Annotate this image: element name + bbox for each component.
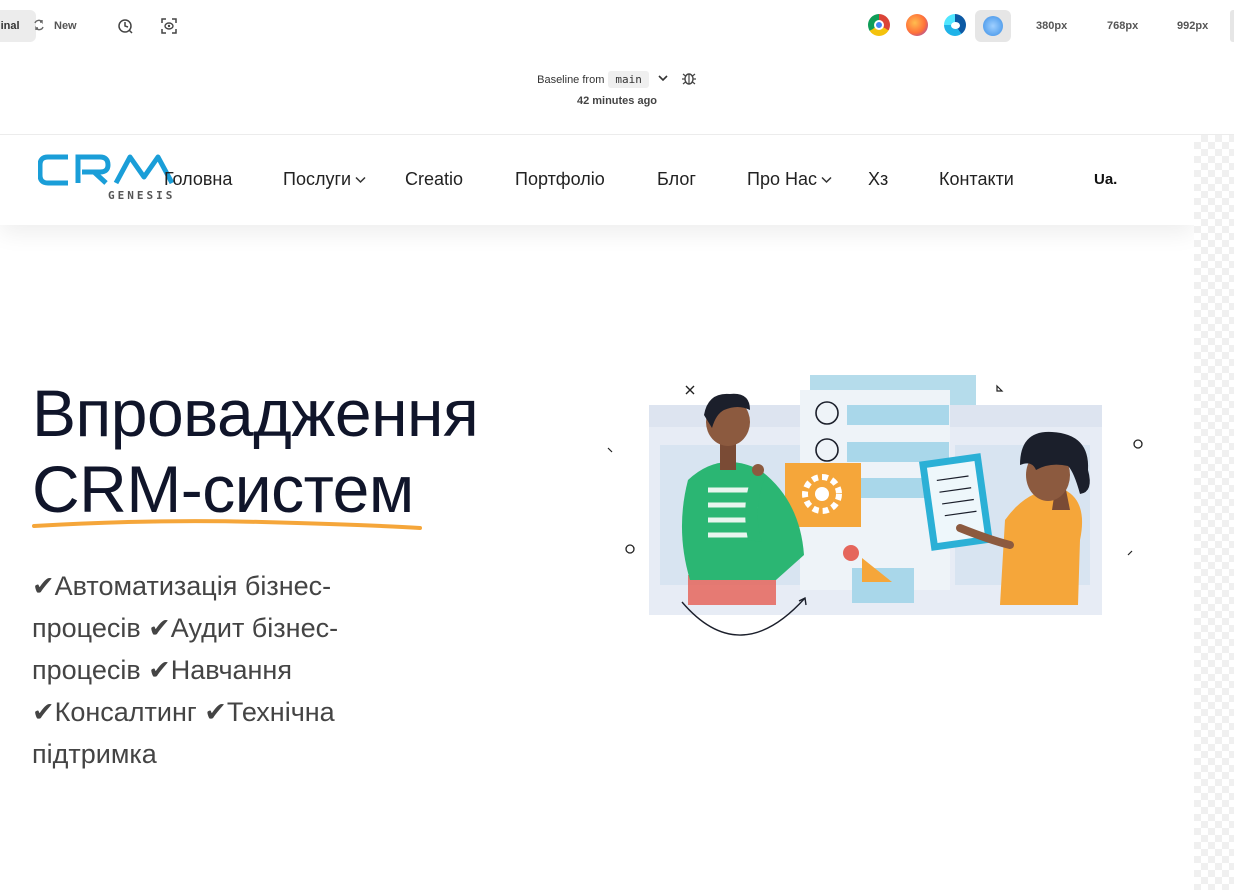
original-tab[interactable]: Original [0,10,36,42]
bug-icon[interactable] [681,70,697,89]
hero-title-line2: CRM-систем [32,452,414,526]
nav-item-label: Creatio [405,169,464,189]
safari-icon [983,16,1003,36]
nav-item-blog[interactable]: Блог [657,169,696,190]
nav-item-about[interactable]: Про Нас [747,169,832,190]
history-icon[interactable] [114,14,138,38]
hero-illustration [607,375,1143,636]
checkerboard-gutter [1194,135,1234,890]
nav-item-portfolio[interactable]: Портфоліо [515,169,605,190]
original-tab-label: Original [0,20,20,32]
edge-icon[interactable] [944,14,966,36]
nav-item-creatio[interactable]: Creatio [405,169,463,190]
nav-item-xz[interactable]: Хз [868,169,888,190]
branch-name[interactable]: main [608,71,649,88]
nav-item-home[interactable]: Головна [164,169,232,190]
breakpoint-992[interactable]: 992px [1177,10,1208,42]
nav-item-label: Портфоліо [515,169,605,189]
logo-wordmark: GENESIS [108,189,175,202]
nav-item-label: Хз [868,169,889,189]
breakpoint-768[interactable]: 768px [1107,10,1138,42]
title-underline [32,519,422,530]
hero-title-line1: Впровадження [32,376,479,450]
nav-item-services[interactable]: Послуги [283,169,366,190]
chevron-down-icon [355,173,366,187]
hero-services-text: ✔Автоматизація бізнес-процесів ✔Аудит бі… [32,571,339,769]
swap-icon [32,18,46,35]
chevron-down-icon[interactable] [657,73,669,86]
review-toolbar: Original New 380px 768px 992px [0,0,1234,52]
focus-view-icon[interactable] [157,14,181,38]
nav-item-label: Блог [657,169,696,189]
hero-title: Впровадження CRM-систем [32,375,479,527]
safari-button[interactable] [975,10,1011,42]
nav-item-label: Контакти [939,169,1014,189]
nav-item-label: Про Нас [747,169,817,189]
baseline-info: Baseline from main 42 minutes ago [0,70,1234,107]
nav-item-contacts[interactable]: Контакти [939,169,1014,190]
site-preview: GENESIS Головна Послуги Creatio Портфолі… [0,135,1194,890]
chevron-down-icon [821,173,832,187]
nav-item-label: Головна [164,169,233,189]
new-tab-label: New [54,20,77,32]
site-header: GENESIS Головна Послуги Creatio Портфолі… [0,135,1194,225]
new-tab[interactable]: New [32,10,77,42]
baseline-time: 42 minutes ago [576,95,658,107]
toolbar-overflow-edge [1230,10,1234,42]
language-switcher[interactable]: Ua. [1094,171,1117,188]
chrome-icon[interactable] [868,14,890,36]
baseline-prefix: Baseline from [537,73,605,86]
nav-item-label: Послуги [283,169,352,189]
breakpoint-380[interactable]: 380px [1036,10,1067,42]
firefox-icon[interactable] [906,14,928,36]
